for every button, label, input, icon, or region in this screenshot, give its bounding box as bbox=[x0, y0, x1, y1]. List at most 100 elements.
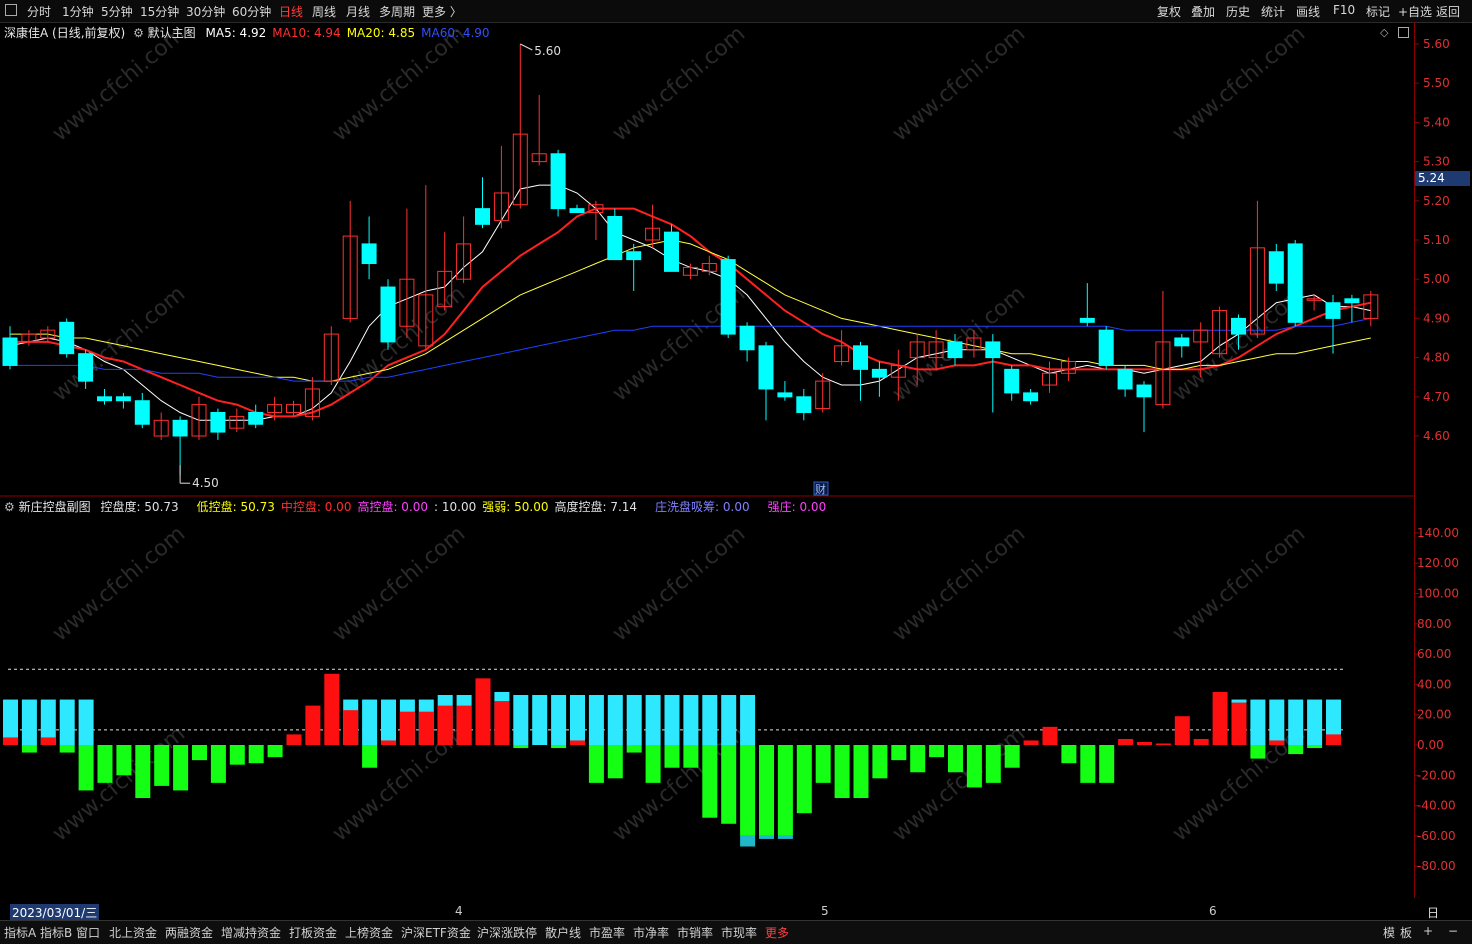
bottom-tab-8[interactable]: 沪深ETF资金 bbox=[401, 924, 471, 941]
candle-body-35 bbox=[664, 231, 679, 272]
main-chart-header: 深康佳A (日线,前复权) ⚙ 默认主图 MA5: 4.92 MA10: 4.94… bbox=[4, 24, 490, 41]
sub-green-bar-3 bbox=[59, 745, 75, 753]
sub-gear-icon[interactable]: ⚙ bbox=[4, 500, 15, 514]
period-tab-9[interactable]: 多周期 bbox=[379, 3, 415, 20]
bottom-tab-5[interactable]: 增减持资金 bbox=[221, 924, 281, 941]
main-indicator-name[interactable]: 默认主图 bbox=[148, 26, 196, 40]
toolbar-button-0[interactable]: 复权 bbox=[1157, 3, 1181, 20]
watermark-10: www.cfchi.com bbox=[48, 521, 190, 646]
bottom-control-0[interactable]: 模 bbox=[1383, 924, 1395, 941]
candle-body-9 bbox=[172, 419, 188, 437]
bottom-tab-10[interactable]: 散户线 bbox=[545, 924, 581, 941]
sub-green-bar-69 bbox=[1307, 745, 1323, 749]
period-tab-0[interactable]: 分时 bbox=[27, 3, 51, 20]
sub-chart-header: ⚙ 新庄控盘副图 控盘度: 50.73 低控盘: 50.73 中控盘: 0.00 高控… bbox=[4, 498, 826, 515]
toolbar-button-3[interactable]: 统计 bbox=[1261, 3, 1285, 20]
candle-body-29 bbox=[550, 153, 566, 210]
toolbar-button-2[interactable]: 历史 bbox=[1226, 3, 1250, 20]
sub-red-bar-59 bbox=[1118, 738, 1134, 745]
square-icon[interactable] bbox=[1398, 27, 1409, 38]
diamond-icon[interactable]: ◇ bbox=[1380, 26, 1388, 39]
period-tab-10[interactable]: 更多 〉 bbox=[422, 3, 462, 20]
period-tab-3[interactable]: 15分钟 bbox=[140, 3, 179, 20]
sub-tick-7: 0.00 bbox=[1417, 738, 1444, 752]
toolbar-button-4[interactable]: 画线 bbox=[1296, 3, 1320, 20]
bottom-tab-14[interactable]: 市现率 bbox=[721, 924, 757, 941]
bottom-control-2[interactable]: + bbox=[1423, 924, 1433, 938]
sub-red-bar-67 bbox=[1269, 740, 1285, 745]
sub-green-bar-19 bbox=[362, 745, 378, 768]
bottom-tab-0[interactable]: 指标A bbox=[4, 924, 36, 941]
toolbar-button-6[interactable]: 标记 bbox=[1366, 3, 1390, 20]
price-tick-4: 5.20 bbox=[1423, 194, 1450, 208]
date-label-apr: 4 bbox=[455, 904, 463, 918]
stock-name[interactable]: 深康佳A bbox=[4, 26, 48, 40]
sub-cyan-bar-31 bbox=[588, 695, 604, 745]
period-tab-5[interactable]: 60分钟 bbox=[232, 3, 271, 20]
watermark-3: www.cfchi.com bbox=[888, 22, 1030, 147]
bottom-tab-11[interactable]: 市盈率 bbox=[589, 924, 625, 941]
sub-green-bar-46 bbox=[872, 745, 888, 779]
bottom-tab-6[interactable]: 打板资金 bbox=[289, 924, 337, 941]
sub-field-5: 强弱: 50.00 bbox=[482, 500, 549, 514]
sub-field-0: 控盘度: 50.73 bbox=[100, 500, 179, 514]
settings-gear-icon[interactable]: ⚙ bbox=[133, 26, 144, 40]
sub-field-4: : 10.00 bbox=[434, 500, 477, 514]
bottom-tab-13[interactable]: 市销率 bbox=[677, 924, 713, 941]
toolbar-button-8[interactable]: 返回 bbox=[1436, 3, 1460, 20]
watermark-11: www.cfchi.com bbox=[328, 521, 470, 646]
period-tab-4[interactable]: 30分钟 bbox=[186, 3, 225, 20]
sub-green-bar-45 bbox=[853, 745, 869, 799]
sub-green-bar-27 bbox=[513, 745, 529, 749]
candle-body-52 bbox=[985, 341, 1001, 359]
sub-red-bar-54 bbox=[1023, 740, 1039, 745]
chart-canvas[interactable]: www.cfchi.com www.cfchi.com www.cfchi.com w… bbox=[0, 22, 1414, 898]
toolbar-button-7[interactable]: +自选 bbox=[1398, 3, 1432, 20]
sub-red-bar-64 bbox=[1212, 691, 1228, 745]
toolbar-button-5[interactable]: F10 bbox=[1333, 3, 1355, 17]
sub-cyan-bar-67 bbox=[1269, 699, 1285, 745]
period-tab-6[interactable]: 日线 bbox=[279, 3, 303, 20]
candle-body-59 bbox=[1117, 368, 1133, 390]
sub-green-bar-14 bbox=[267, 745, 283, 758]
bottom-tab-12[interactable]: 市净率 bbox=[633, 924, 669, 941]
period-tab-2[interactable]: 5分钟 bbox=[101, 3, 133, 20]
period-tab-1[interactable]: 1分钟 bbox=[62, 3, 94, 20]
sub-green-bar-39 bbox=[740, 745, 756, 836]
sub-green-bar-40 bbox=[759, 745, 774, 836]
price-tick-8: 4.80 bbox=[1423, 351, 1450, 365]
bottom-tab-2[interactable]: 窗口 bbox=[76, 924, 100, 941]
sub-green-bar-43 bbox=[815, 745, 831, 783]
bottom-tab-4[interactable]: 两融资金 bbox=[165, 924, 213, 941]
candle-body-67 bbox=[1268, 251, 1284, 284]
bottom-control-3[interactable]: − bbox=[1448, 924, 1458, 938]
sub-tick-3: 80.00 bbox=[1417, 617, 1451, 631]
sub-field-6: 高度控盘: 7.14 bbox=[554, 500, 638, 514]
period-tab-7[interactable]: 周线 bbox=[312, 3, 336, 20]
candle-body-32 bbox=[607, 215, 623, 261]
candle-body-30 bbox=[569, 208, 585, 214]
period-tab-8[interactable]: 月线 bbox=[346, 3, 370, 20]
sub-green-bar-4 bbox=[78, 745, 94, 791]
sub-indicator-name[interactable]: 新庄控盘副图 bbox=[19, 500, 91, 514]
bottom-tab-1[interactable]: 指标B bbox=[40, 924, 72, 941]
bottom-tab-9[interactable]: 沪深涨跌停 bbox=[477, 924, 537, 941]
candle-body-53 bbox=[1004, 368, 1020, 394]
candle-body-19 bbox=[361, 243, 377, 265]
ma-label-2: MA20: 4.85 bbox=[346, 26, 416, 40]
sub-green-bar-35 bbox=[664, 745, 680, 768]
candle-body-33 bbox=[626, 251, 642, 261]
bottom-control-1[interactable]: 板 bbox=[1400, 924, 1412, 941]
bottom-tab-3[interactable]: 北上资金 bbox=[109, 924, 157, 941]
sub-red-bar-2 bbox=[40, 737, 56, 745]
bottom-tab-7[interactable]: 上榜资金 bbox=[345, 924, 393, 941]
window-icon[interactable] bbox=[5, 4, 17, 16]
sub-tick-2: 100.00 bbox=[1417, 587, 1459, 601]
sub-deep-bar-41 bbox=[777, 835, 793, 839]
bottom-tab-15[interactable]: 更多 bbox=[765, 924, 789, 941]
sub-red-bar-26 bbox=[494, 701, 510, 745]
toolbar-button-1[interactable]: 叠加 bbox=[1191, 3, 1215, 20]
ma-label-3: MA60: 4.90 bbox=[421, 26, 490, 40]
candle-body-57 bbox=[1079, 317, 1095, 323]
sub-cyan-bar-34 bbox=[645, 695, 661, 745]
